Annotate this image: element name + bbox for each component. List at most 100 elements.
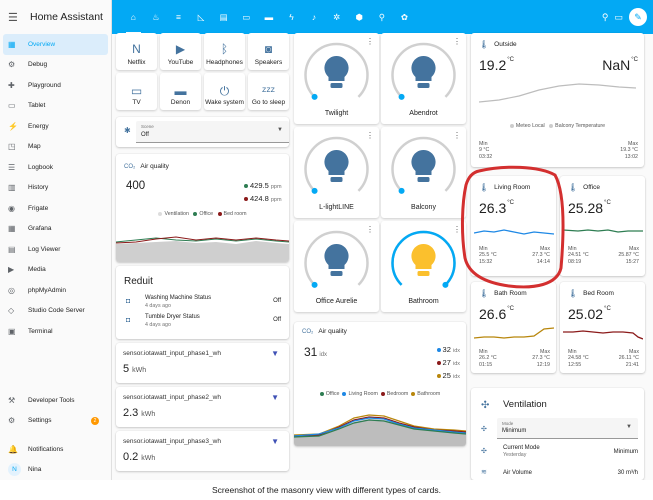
- sensor-value: 0.2 kWh: [123, 451, 156, 463]
- fan-icon: ✣: [481, 400, 490, 411]
- legend-item-bedroom[interactable]: Bed room: [217, 211, 247, 217]
- button-card-wake-system[interactable]: ⏻ Wake system: [204, 73, 245, 110]
- sidebar-item-terminal[interactable]: ▣ Terminal: [0, 321, 111, 342]
- sidebar-item-label: Logbook: [28, 163, 53, 171]
- sidebar-item-label: Overview: [28, 40, 56, 48]
- scene-select[interactable]: Scene Off ▼: [136, 121, 289, 143]
- temperature-max: Max 27.3 °C 12:19: [532, 349, 550, 368]
- light-card-abendrot[interactable]: ⋮ Abendrot: [381, 33, 466, 124]
- light-card-twilight[interactable]: ⋮ Twilight: [294, 33, 379, 124]
- music-icon: ♪: [311, 12, 317, 22]
- button-card-tv[interactable]: ▭ TV: [116, 73, 157, 110]
- sensor-card[interactable]: sensor.iotawatt_input_phase3_wh ▼ 0.2 kWh: [116, 431, 289, 471]
- sidebar-item-history[interactable]: ▥ History: [0, 178, 111, 199]
- sidebar-item-debug[interactable]: ⚙ Debug: [0, 55, 111, 76]
- sidebar-item-logbook[interactable]: ☰ Logbook: [0, 157, 111, 178]
- sidebar-item-media[interactable]: ▶ Media: [0, 260, 111, 281]
- tab-list-icon[interactable]: ≡: [167, 0, 190, 34]
- button-card-speakers[interactable]: ◙ Speakers: [248, 33, 289, 70]
- button-card-netflix[interactable]: N Netflix: [116, 33, 157, 70]
- tab-music-icon[interactable]: ♪: [303, 0, 326, 34]
- sidebar-item-settings[interactable]: ⚙ Settings 2: [0, 411, 111, 432]
- wake-system-icon: ⏻: [219, 84, 230, 98]
- button-card-youtube[interactable]: ▶ YouTube: [160, 33, 201, 70]
- toolbar-actions: ⚲ ▭ ✎: [602, 0, 647, 34]
- reduit-entity-row[interactable]: ◘ Tumble Dryer Status 4 days ago Off: [116, 314, 289, 332]
- sidebar-item-log-viewer[interactable]: ▤ Log Viewer: [0, 239, 111, 260]
- light-card-balcony[interactable]: ⋮ Balcony: [381, 127, 466, 218]
- sidebar-item-map[interactable]: ◳ Map: [0, 137, 111, 158]
- legend-item-balcony[interactable]: Balcony Temperature: [549, 123, 605, 129]
- temperature-card-bath-room[interactable]: 🌡 Bath Room 26.6°C Min 26.2 °C 01:15 Max 27.3 °…: [471, 282, 556, 373]
- tab-chart-icon[interactable]: ◺: [190, 0, 213, 34]
- temperature-card-bed-room[interactable]: 🌡 Bed Room 25.02°C Min 24.58 °C 12:55 Max 26.11…: [560, 282, 645, 373]
- sidebar-item-developer-tools[interactable]: ⚒ Developer Tools: [0, 390, 111, 411]
- sidebar-item-phpmyadmin[interactable]: ◎ phpMyAdmin: [0, 280, 111, 301]
- temperature-title: Bath Room: [494, 290, 527, 297]
- edit-button[interactable]: ✎: [629, 8, 647, 26]
- sidebar-item-frigate[interactable]: ◉ Frigate: [0, 198, 111, 219]
- leaf-icon: ✿: [400, 11, 408, 22]
- light-card-bathroom[interactable]: ⋮ Bathroom: [381, 221, 466, 312]
- sidebar-item-notifications[interactable]: 🔔 Notifications: [0, 439, 111, 460]
- tab-robot-icon[interactable]: ♨: [145, 0, 168, 34]
- light-dial[interactable]: [294, 127, 379, 199]
- tab-power-icon[interactable]: ϟ: [280, 0, 303, 34]
- entity-name: Tumble Dryer Status: [145, 314, 200, 320]
- playground-icon: ✚: [8, 80, 15, 90]
- sidebar-item-energy[interactable]: ⚡ Energy: [0, 116, 111, 137]
- tab-leaf-icon[interactable]: ✿: [393, 0, 416, 34]
- reduit-entity-row[interactable]: ◘ Washing Machine Status 4 days ago Off: [116, 295, 289, 313]
- legend-item-bathroom[interactable]: Bathroom: [411, 391, 440, 397]
- sidebar-item-tablet[interactable]: ▭ Tablet: [0, 96, 111, 117]
- light-card-l-lightline[interactable]: ⋮ L-lightLINE: [294, 127, 379, 218]
- sidebar-item-studio-code-server[interactable]: ◇ Studio Code Server: [0, 301, 111, 322]
- tab-home-icon[interactable]: ⌂: [122, 0, 145, 34]
- search-icon[interactable]: ⚲: [602, 12, 609, 23]
- temperature-card-office[interactable]: 🌡 Office 25.28°C Min 24.51 °C 08:19 Max 25.87 °…: [560, 176, 645, 276]
- button-card-denon[interactable]: ▬ Denon: [160, 73, 201, 110]
- light-dial[interactable]: [381, 221, 466, 293]
- menu-icon[interactable]: ☰: [8, 11, 30, 24]
- sidebar-item-nina[interactable]: N Nina: [0, 460, 111, 481]
- bookmark-icon: ▼: [271, 437, 279, 446]
- light-card-office-aurelie[interactable]: ⋮ Office Aurelie: [294, 221, 379, 312]
- sidebar-item-label: Log Viewer: [28, 245, 61, 253]
- tab-lamp-icon[interactable]: ⚲: [371, 0, 394, 34]
- light-dial[interactable]: [381, 127, 466, 199]
- ventilation-title: Ventilation: [503, 399, 547, 410]
- bell-icon: 🔔: [8, 444, 18, 454]
- entity-state: Off: [273, 317, 281, 323]
- scene-card: ✱ Scene Off ▼: [116, 117, 289, 147]
- sidebar-item-overview[interactable]: ▦ Overview: [3, 34, 108, 55]
- sidebar-item-label: Settings: [28, 417, 52, 425]
- lightbulb-icon: [324, 149, 349, 175]
- sensor-card[interactable]: sensor.iotawatt_input_phase1_wh ▼ 5 kWh: [116, 343, 289, 383]
- legend-item-meteo[interactable]: Meteo Local: [509, 123, 545, 129]
- assist-icon[interactable]: ▭: [614, 12, 623, 23]
- tab-settings-icon[interactable]: ✲: [325, 0, 348, 34]
- mode-select[interactable]: Mode Minimum ▼: [497, 418, 638, 439]
- scene-icon: ✱: [124, 126, 131, 135]
- lightbulb-icon: [411, 55, 436, 81]
- legend-item-bedroom[interactable]: Bedroom: [380, 391, 408, 397]
- tab-cards-icon[interactable]: ▤: [212, 0, 235, 34]
- sensor-card[interactable]: sensor.iotawatt_input_phase2_wh ▼ 2.3 kWh: [116, 387, 289, 427]
- sidebar-item-grafana[interactable]: ▦ Grafana: [0, 219, 111, 240]
- tab-tv-icon[interactable]: ▭: [235, 0, 258, 34]
- light-dial[interactable]: [294, 221, 379, 293]
- tab-bed-icon[interactable]: ▬: [258, 0, 281, 34]
- legend-item-ventilation[interactable]: Ventilation: [158, 211, 189, 217]
- light-dial[interactable]: [381, 33, 466, 105]
- legend-item-office[interactable]: Office: [319, 391, 339, 397]
- button-card-go-to-sleep[interactable]: ᶻᶻᶻ Go to sleep: [248, 73, 289, 110]
- air-quality-title: Air quality: [140, 163, 169, 170]
- temperature-card-living-room[interactable]: 🌡 Living Room 26.3°C Min 25.5 °C 15:32 Max 27.3…: [471, 176, 556, 276]
- legend-item-living-room[interactable]: Living Room: [342, 391, 378, 397]
- sidebar-item-playground[interactable]: ✚ Playground: [0, 75, 111, 96]
- legend-item-office[interactable]: Office: [193, 211, 213, 217]
- database-icon: ◎: [8, 285, 15, 295]
- light-dial[interactable]: [294, 33, 379, 105]
- tab-box-icon[interactable]: ⬢: [348, 0, 371, 34]
- button-card-headphones[interactable]: ᛒ Headphones: [204, 33, 245, 70]
